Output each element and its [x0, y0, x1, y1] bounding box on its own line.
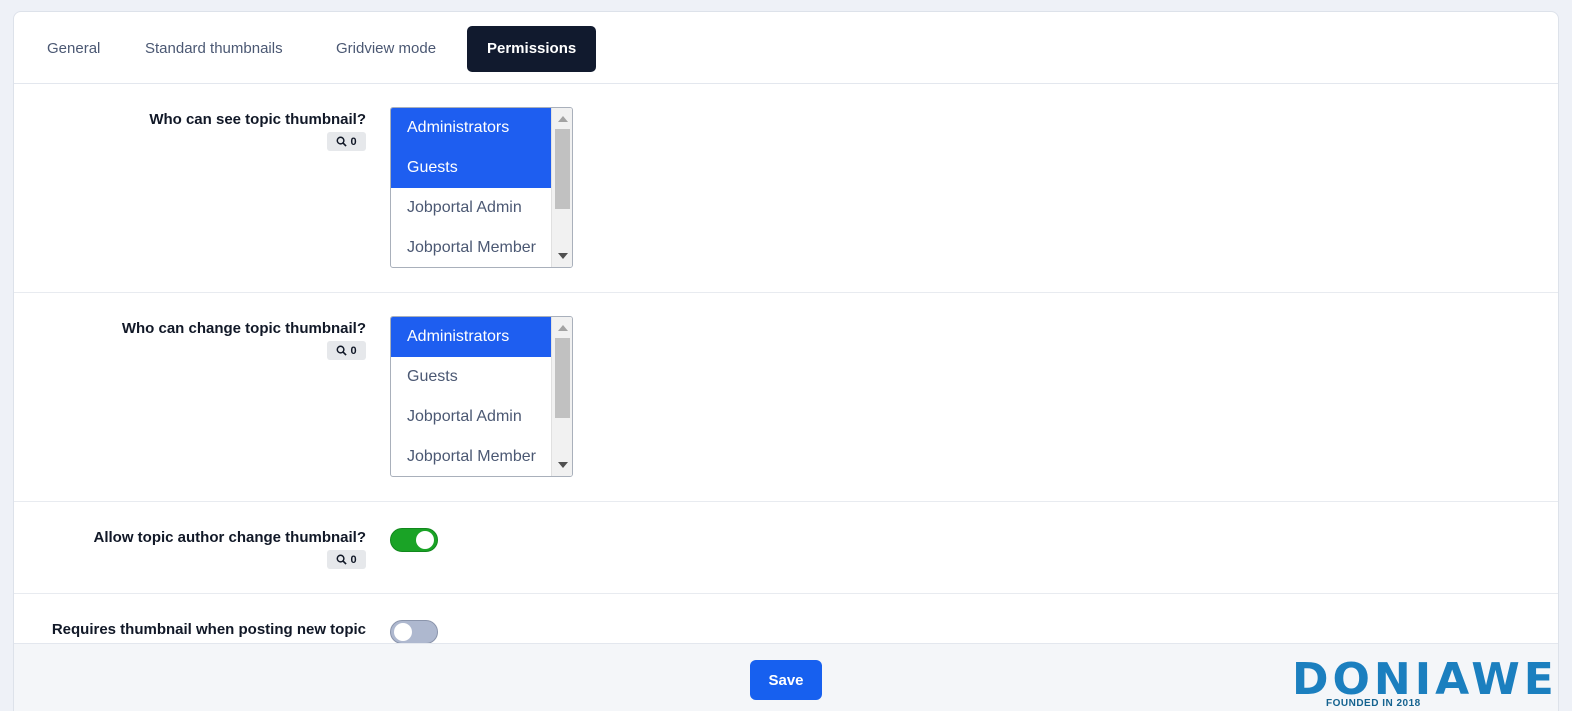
option-guests[interactable]: Guests: [391, 148, 551, 188]
setting-label: Requires thumbnail when posting new topi…: [51, 621, 366, 638]
listbox-scrollbar[interactable]: [551, 317, 572, 476]
tab-standard-thumbnails[interactable]: Standard thumbnails: [125, 26, 303, 72]
option-jobportal-member[interactable]: Jobportal Member: [391, 437, 551, 476]
scroll-thumb[interactable]: [555, 129, 570, 209]
option-jobportal-member[interactable]: Jobportal Member: [391, 228, 551, 267]
see-thumbnail-multiselect[interactable]: Administrators Guests Jobportal Admin Jo…: [390, 107, 573, 268]
save-button[interactable]: Save: [750, 660, 822, 700]
tab-bar: General Standard thumbnails Gridview mod…: [14, 12, 1558, 84]
setting-row-author-change: Allow topic author change thumbnail? 0: [14, 502, 1558, 594]
toggle-knob: [416, 531, 434, 549]
setting-label: Allow topic author change thumbnail?: [93, 529, 367, 546]
option-administrators[interactable]: Administrators: [391, 317, 551, 357]
logo-tagline: FOUNDED IN 2018: [1326, 698, 1421, 709]
option-administrators[interactable]: Administrators: [391, 108, 551, 148]
search-icon: [336, 345, 348, 356]
option-jobportal-admin[interactable]: Jobportal Admin: [391, 188, 551, 228]
badge-count: 0: [350, 344, 357, 357]
scroll-thumb[interactable]: [555, 338, 570, 418]
tab-general[interactable]: General: [27, 26, 120, 72]
setting-row-see-thumbnail: Who can see topic thumbnail? 0 Administr…: [14, 84, 1558, 293]
search-count-badge[interactable]: 0: [327, 550, 366, 569]
scroll-up-arrow-icon[interactable]: [558, 116, 568, 122]
setting-label: Who can change topic thumbnail?: [121, 320, 366, 337]
doniaweb-logo: DONIAWEB FOUNDED IN 2018: [1292, 654, 1558, 711]
badge-count: 0: [350, 135, 357, 148]
require-thumbnail-toggle[interactable]: [390, 620, 438, 644]
search-count-badge[interactable]: 0: [327, 132, 366, 151]
search-count-badge[interactable]: 0: [327, 341, 366, 360]
author-change-toggle[interactable]: [390, 528, 438, 552]
option-guests[interactable]: Guests: [391, 357, 551, 397]
scroll-up-arrow-icon[interactable]: [558, 325, 568, 331]
toggle-knob: [394, 623, 412, 641]
badge-count: 0: [350, 553, 357, 566]
change-thumbnail-multiselect[interactable]: Administrators Guests Jobportal Admin Jo…: [390, 316, 573, 477]
tab-gridview-mode[interactable]: Gridview mode: [316, 26, 456, 72]
tab-permissions[interactable]: Permissions: [467, 26, 597, 72]
listbox-scrollbar[interactable]: [551, 108, 572, 267]
scroll-down-arrow-icon[interactable]: [558, 253, 568, 259]
form-footer: Save DONIAWEB FOUNDED IN 2018: [14, 643, 1558, 711]
scroll-down-arrow-icon[interactable]: [558, 462, 568, 468]
logo-wordmark: DONIAWEB: [1292, 654, 1558, 705]
setting-row-change-thumbnail: Who can change topic thumbnail? 0 Admini…: [14, 293, 1558, 502]
option-jobportal-admin[interactable]: Jobportal Admin: [391, 397, 551, 437]
search-icon: [336, 136, 348, 147]
setting-label: Who can see topic thumbnail?: [149, 111, 366, 128]
search-icon: [336, 554, 348, 565]
settings-panel: General Standard thumbnails Gridview mod…: [13, 11, 1559, 711]
